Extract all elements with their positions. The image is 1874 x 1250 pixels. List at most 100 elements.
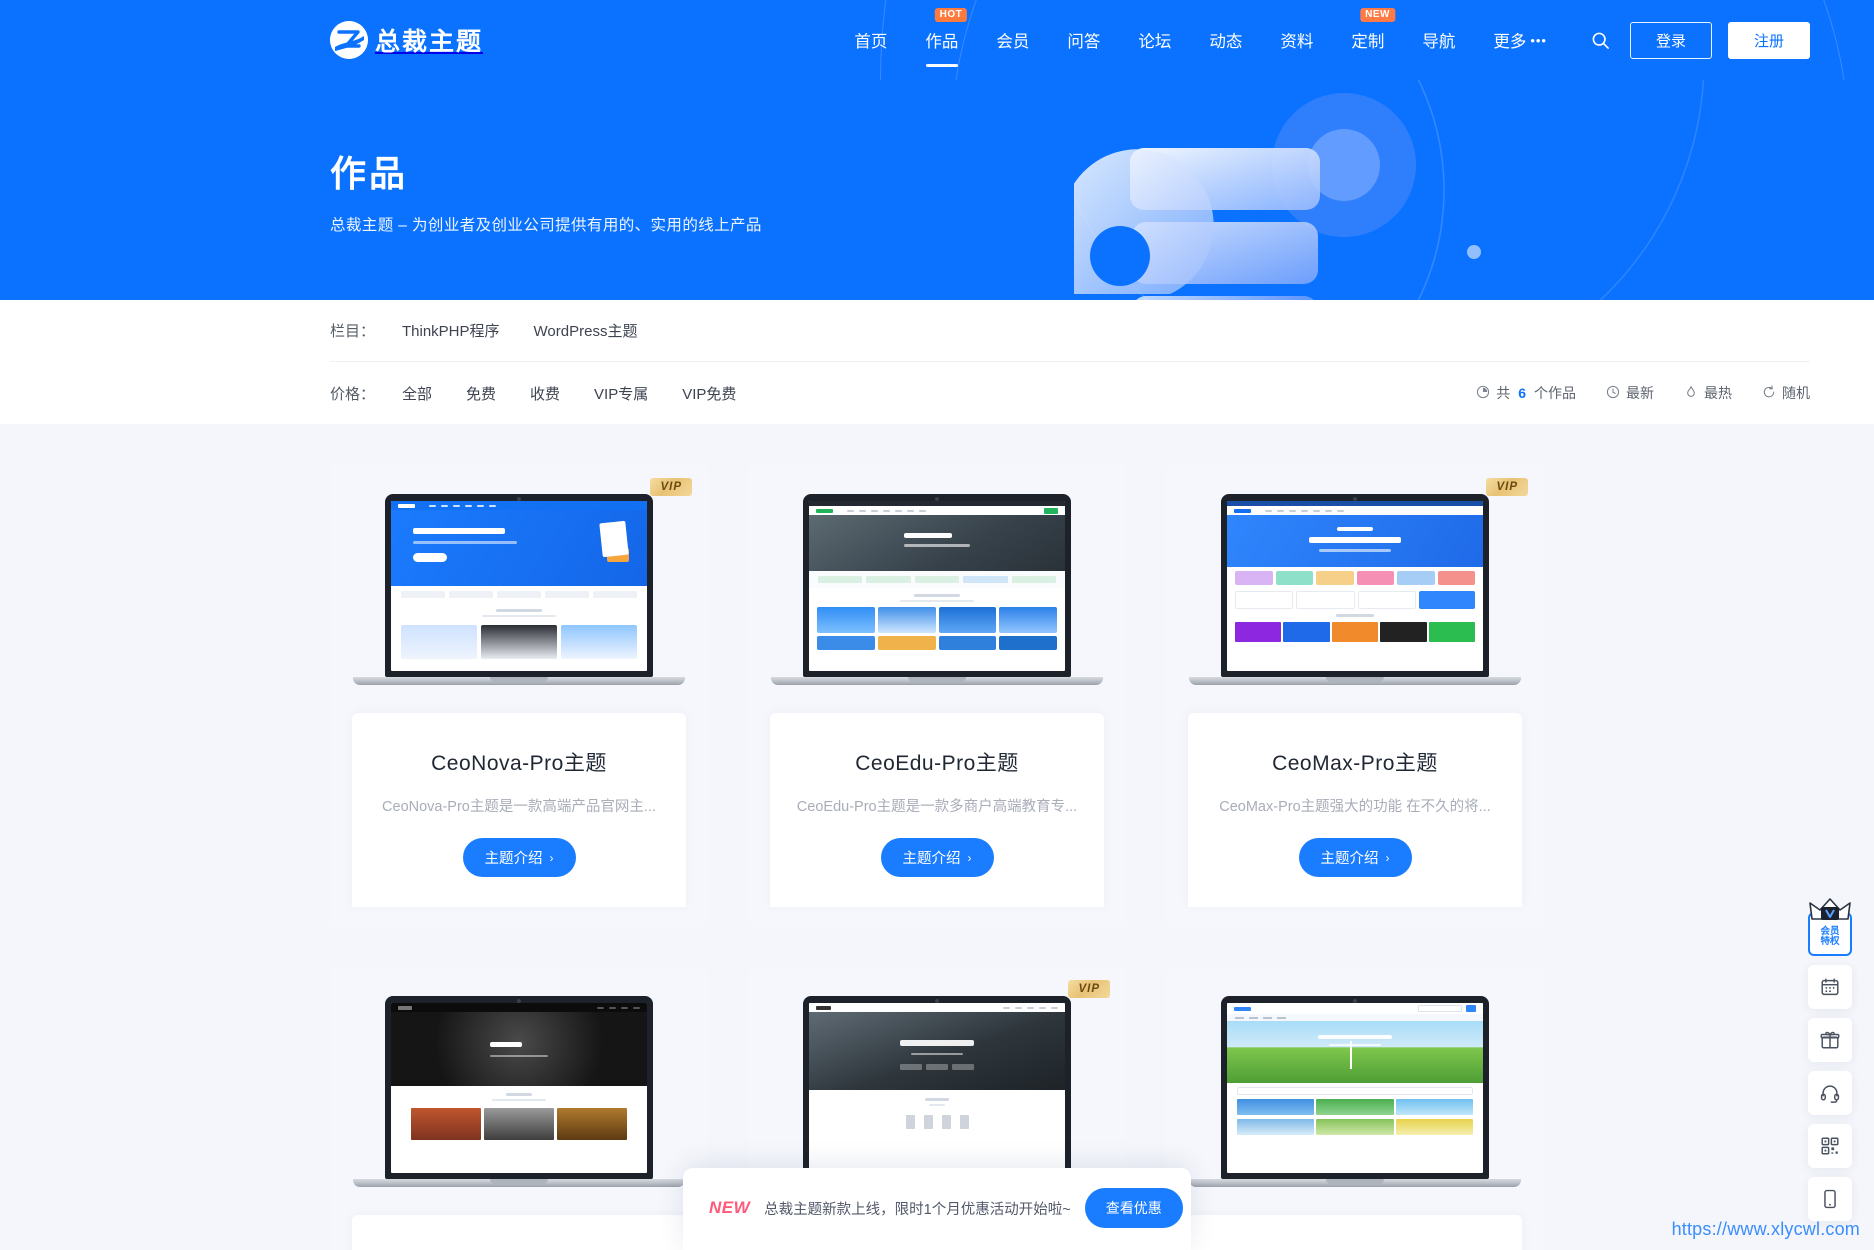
nav-item-docs[interactable]: 资料 [1261, 0, 1332, 80]
filter-bar: 栏目： ThinkPHP程序 WordPress主题 价格： 全部 免费 收费 … [0, 300, 1874, 424]
nav-item-news[interactable]: 动态 [1190, 0, 1261, 80]
work-title: CeoNova-Pro主题 [431, 752, 607, 775]
laptop-mockup [1188, 494, 1522, 685]
category-option-thinkphp[interactable]: ThinkPHP程序 [402, 320, 500, 341]
price-option-vip-free[interactable]: VIP免费 [682, 383, 736, 404]
price-option-all[interactable]: 全部 [402, 383, 432, 404]
nav-label: 论坛 [1138, 33, 1172, 51]
stat-prefix: 共 [1496, 385, 1511, 401]
site-header: 总裁主题 首页 HOT 作品 会员 问答 论坛 动态 资料 NEW 定制 导航 [0, 0, 1874, 80]
work-desc: CeoMax-Pro主题强大的功能 在不久的将... [1219, 799, 1491, 815]
work-card[interactable]: VIP [1166, 464, 1544, 926]
work-button-label: 主题介绍 [1320, 851, 1379, 867]
work-card[interactable]: 演示模板 主题介绍 › [330, 966, 708, 1250]
nav-label: 定制 [1351, 33, 1385, 51]
stat-count: 6 [1518, 385, 1526, 401]
vip-badge: VIP [1486, 478, 1528, 496]
category-options: ThinkPHP程序 WordPress主题 [402, 320, 637, 341]
watermark-url: https://www.xlycwl.com [1671, 1219, 1860, 1239]
work-button-label: 主题介绍 [484, 851, 543, 867]
qrcode-icon[interactable] [1808, 1124, 1852, 1168]
price-label: 价格： [330, 385, 376, 403]
work-title: CeoEdu-Pro主题 [855, 752, 1019, 775]
page-title: 作品 [330, 153, 409, 194]
laptop-mockup [770, 996, 1104, 1187]
chevron-right-icon: › [1385, 850, 1390, 865]
vip-line-2: 特权 [1820, 936, 1840, 947]
nav-item-more[interactable]: 更多 ••• [1474, 0, 1566, 80]
nav-label: 问答 [1067, 33, 1101, 51]
nav-item-custom[interactable]: NEW 定制 [1332, 0, 1403, 80]
price-option-free[interactable]: 免费 [466, 383, 496, 404]
filter-right-group: 共 6 个作品 最新 最热 随机 [1476, 383, 1810, 403]
work-title: CeoMax-Pro主题 [1272, 752, 1438, 775]
nav-label: 导航 [1422, 33, 1456, 51]
nav-item-member[interactable]: 会员 [977, 0, 1048, 80]
nav-item-forum[interactable]: 论坛 [1119, 0, 1190, 80]
work-desc: CeoNova-Pro主题是一款高端产品官网主... [382, 799, 656, 815]
nav-item-works[interactable]: HOT 作品 [906, 0, 977, 80]
nav-item-qa[interactable]: 问答 [1048, 0, 1119, 80]
more-dots-icon: ••• [1530, 32, 1547, 48]
category-label: 栏目： [330, 323, 376, 340]
category-option-wordpress[interactable]: WordPress主题 [534, 320, 638, 341]
work-desc: CeoEdu-Pro主题是一款多商户高端教育专... [796, 799, 1078, 815]
work-detail-button[interactable]: 主题介绍 › [462, 838, 576, 877]
price-options: 全部 免费 收费 VIP专属 VIP免费 [402, 383, 736, 404]
filter-row-category: 栏目： ThinkPHP程序 WordPress主题 [330, 300, 1810, 362]
work-detail-button[interactable]: 主题介绍 › [880, 838, 994, 877]
nav-item-home[interactable]: 首页 [835, 0, 906, 80]
chevron-right-icon: › [549, 850, 554, 865]
flame-icon [1684, 385, 1698, 402]
laptop-mockup [770, 494, 1104, 685]
crown-icon [1808, 897, 1852, 928]
nav-item-navigation[interactable]: 导航 [1403, 0, 1474, 80]
work-card-info: 测试模板 主题介绍 › [1188, 1215, 1522, 1250]
nav-label: 会员 [996, 33, 1030, 51]
sort-label: 随机 [1782, 385, 1810, 401]
header-actions: 登录 注册 [1588, 21, 1810, 59]
work-card[interactable]: 测试模板 主题介绍 › [1166, 966, 1544, 1250]
mobile-icon[interactable] [1808, 1177, 1852, 1221]
refresh-icon [1762, 385, 1776, 402]
floating-side-rail: 会员 特权 [1808, 898, 1852, 1221]
sort-newest[interactable]: 最新 [1606, 383, 1654, 403]
view-promo-button[interactable]: 查看优惠 [1084, 1188, 1183, 1228]
site-logo-text: 总裁主题 [375, 28, 484, 56]
calendar-icon[interactable] [1808, 965, 1852, 1009]
promo-text: 总裁主题新款上线，限时1个月优惠活动开始啦~ [764, 1201, 1071, 1218]
nav-label: 首页 [854, 33, 888, 51]
sort-label: 最热 [1704, 385, 1732, 401]
vip-badge: VIP [1068, 980, 1110, 998]
work-card[interactable]: CeoEdu-Pro主题 CeoEdu-Pro主题是一款多商户高端教育专... … [748, 464, 1126, 926]
nav-label: 动态 [1209, 33, 1243, 51]
laptop-mockup [352, 494, 686, 685]
works-grid: VIP CeoNova-Pro主题 CeoNova-Pro主题是一款高端产品官网… [330, 464, 1544, 1250]
sort-label: 最新 [1626, 385, 1654, 401]
sort-random[interactable]: 随机 [1762, 383, 1810, 403]
vip-privilege-button[interactable]: 会员 特权 [1808, 898, 1852, 956]
nav-label: 资料 [1280, 33, 1314, 51]
site-logo[interactable]: 总裁主题 [330, 21, 483, 59]
work-detail-button[interactable]: 主题介绍 › [1298, 838, 1412, 877]
stat-suffix: 个作品 [1534, 385, 1576, 401]
promo-notification-bar: NEW 总裁主题新款上线，限时1个月优惠活动开始啦~ 查看优惠 [683, 1168, 1191, 1250]
work-card-info: 演示模板 主题介绍 › [352, 1215, 686, 1250]
page-subtitle: 总裁主题 – 为创业者及创业公司提供有用的、实用的线上产品 [330, 217, 762, 234]
work-card[interactable]: VIP [330, 464, 708, 926]
sort-hottest[interactable]: 最热 [1684, 383, 1732, 403]
z-logo-icon [330, 21, 368, 59]
price-option-paid[interactable]: 收费 [530, 383, 560, 404]
headset-icon[interactable] [1808, 1071, 1852, 1115]
hero-banner: 作品 总裁主题 – 为创业者及创业公司提供有用的、实用的线上产品 [0, 80, 1874, 300]
register-button[interactable]: 注册 [1727, 21, 1810, 59]
work-card-info: CeoEdu-Pro主题 CeoEdu-Pro主题是一款多商户高端教育专... … [770, 713, 1104, 907]
nav-label: 更多 [1493, 33, 1527, 51]
price-option-vip-only[interactable]: VIP专属 [594, 383, 648, 404]
new-badge: NEW [1360, 8, 1395, 22]
login-button[interactable]: 登录 [1629, 21, 1712, 59]
gift-icon[interactable] [1808, 1018, 1852, 1062]
work-card-info: CeoNova-Pro主题 CeoNova-Pro主题是一款高端产品官网主...… [352, 713, 686, 907]
works-content: VIP CeoNova-Pro主题 CeoNova-Pro主题是一款高端产品官网… [0, 424, 1874, 1250]
search-icon[interactable] [1588, 27, 1614, 53]
